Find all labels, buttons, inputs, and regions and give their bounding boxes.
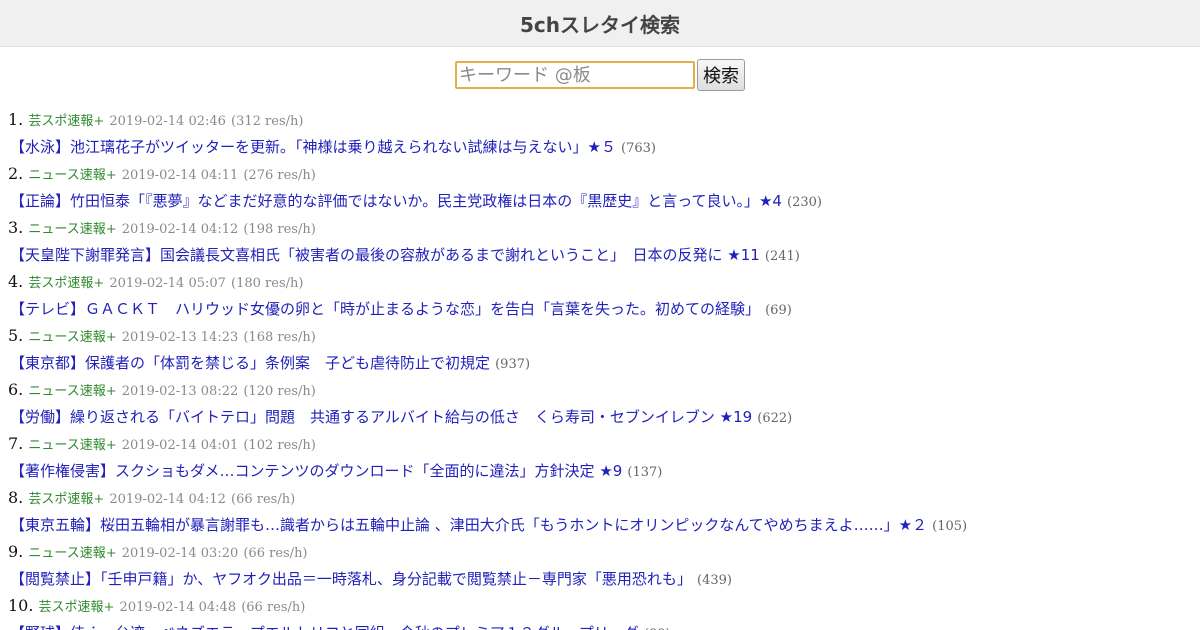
item-rank: 6. [8,380,24,399]
item-meta: 4. 芸スポ速報+ 2019-02-14 05:07 (180 res/h) [8,268,1200,295]
item-board: ニュース速報+ [28,330,117,345]
thread-title-link[interactable]: 【労働】繰り返される「バイトテロ」問題 共通するアルバイト給与の低さ くら寿司・… [10,408,752,426]
item-res-count: (69) [765,303,792,318]
item-title-row: 【労働】繰り返される「バイトテロ」問題 共通するアルバイト給与の低さ くら寿司・… [8,403,1200,430]
thread-title-link[interactable]: 【閲覧禁止】「壬申戸籍」か、ヤフオク出品＝一時落札、身分記載で閲覧禁止－専門家「… [10,570,692,588]
item-board: ニュース速報+ [28,384,117,399]
item-res-count: (937) [495,357,531,372]
item-rank: 9. [8,542,24,561]
list-item: 10. 芸スポ速報+ 2019-02-14 04:48 (66 res/h) 【野… [8,592,1200,630]
list-item: 2. ニュース速報+ 2019-02-14 04:11 (276 res/h) 【… [8,160,1200,214]
list-item: 5. ニュース速報+ 2019-02-13 14:23 (168 res/h) 【… [8,322,1200,376]
thread-title-link[interactable]: 【著作権侵害】スクショもダメ…コンテンツのダウンロード「全面的に違法」方針決定 … [10,462,622,480]
item-res-count: (105) [932,519,968,534]
thread-title-link[interactable]: 【東京都】保護者の「体罰を禁じる」条例案 子ども虐待防止で初規定 [10,354,490,372]
item-rank: 2. [8,164,24,183]
item-board: ニュース速報+ [28,438,117,453]
item-meta: 2. ニュース速報+ 2019-02-14 04:11 (276 res/h) [8,160,1200,187]
item-meta: 9. ニュース速報+ 2019-02-14 03:20 (66 res/h) [8,538,1200,565]
item-rate: (180 res/h) [231,276,304,291]
item-res-count: (137) [627,465,663,480]
item-title-row: 【天皇陛下謝罪発言】国会議長文喜相氏「被害者の最後の容赦があるまで謝れということ… [8,241,1200,268]
item-rank: 4. [8,272,24,291]
list-item: 7. ニュース速報+ 2019-02-14 04:01 (102 res/h) 【… [8,430,1200,484]
item-rate: (66 res/h) [241,600,306,615]
item-meta: 8. 芸スポ速報+ 2019-02-14 04:12 (66 res/h) [8,484,1200,511]
item-title-row: 【テレビ】ＧＡＣＫＴ ハリウッド女優の卵と「時が止まるような恋」を告白「言葉を失… [8,295,1200,322]
item-meta: 3. ニュース速報+ 2019-02-14 04:12 (198 res/h) [8,214,1200,241]
list-item: 9. ニュース速報+ 2019-02-14 03:20 (66 res/h) 【閲… [8,538,1200,592]
item-datetime: 2019-02-14 04:12 [121,222,239,237]
item-rank: 5. [8,326,24,345]
item-rate: (66 res/h) [243,546,308,561]
item-rank: 7. [8,434,24,453]
thread-title-link[interactable]: 【水泳】池江璃花子がツイッターを更新。「神様は乗り越えられない試練は与えない」★… [10,138,616,156]
thread-title-link[interactable]: 【東京五輪】桜田五輪相が暴言謝罪も…識者からは五輪中止論 、津田大介氏「もうホン… [10,516,927,534]
item-board: 芸スポ速報+ [28,492,105,507]
item-res-count: (230) [787,195,823,210]
item-datetime: 2019-02-14 05:07 [109,276,226,291]
item-board: 芸スポ速報+ [28,114,105,129]
search-button[interactable]: 検索 [697,59,745,91]
item-title-row: 【著作権侵害】スクショもダメ…コンテンツのダウンロード「全面的に違法」方針決定 … [8,457,1200,484]
item-datetime: 2019-02-14 04:48 [119,600,237,615]
item-title-row: 【正論】竹田恒泰「『悪夢』などまだ好意的な評価ではないか。民主党政権は日本の『黒… [8,187,1200,214]
thread-title-link[interactable]: 【野球】侍ｊ、台湾、ベネズエラ、プエルトリコと同組 今秋のプレミア１２グループリ… [10,624,639,630]
item-res-count: (622) [757,411,793,426]
page-header: 5chスレタイ検索 [0,0,1200,47]
item-datetime: 2019-02-14 04:12 [109,492,226,507]
list-item: 1. 芸スポ速報+ 2019-02-14 02:46 (312 res/h) 【水… [8,106,1200,160]
item-rate: (102 res/h) [243,438,316,453]
page-title: 5chスレタイ検索 [519,12,680,37]
item-res-count: (439) [697,573,732,588]
item-meta: 5. ニュース速報+ 2019-02-13 14:23 (168 res/h) [8,322,1200,349]
item-datetime: 2019-02-14 03:20 [121,546,239,561]
item-rank: 10. [8,596,34,615]
thread-title-link[interactable]: 【正論】竹田恒泰「『悪夢』などまだ好意的な評価ではないか。民主党政権は日本の『黒… [10,192,782,210]
list-item: 3. ニュース速報+ 2019-02-14 04:12 (198 res/h) 【… [8,214,1200,268]
item-rate: (168 res/h) [243,330,316,345]
item-board: 芸スポ速報+ [38,600,115,615]
item-rate: (66 res/h) [231,492,296,507]
list-item: 8. 芸スポ速報+ 2019-02-14 04:12 (66 res/h) 【東京… [8,484,1200,538]
item-datetime: 2019-02-14 04:01 [121,438,239,453]
list-item: 4. 芸スポ速報+ 2019-02-14 05:07 (180 res/h) 【テ… [8,268,1200,322]
item-title-row: 【水泳】池江璃花子がツイッターを更新。「神様は乗り越えられない試練は与えない」★… [8,133,1200,160]
item-rate: (312 res/h) [231,114,304,129]
search-form: 検索 [0,59,1200,91]
item-meta: 6. ニュース速報+ 2019-02-13 08:22 (120 res/h) [8,376,1200,403]
item-title-row: 【東京五輪】桜田五輪相が暴言謝罪も…識者からは五輪中止論 、津田大介氏「もうホン… [8,511,1200,538]
item-rank: 1. [8,110,24,129]
item-board: ニュース速報+ [28,222,117,237]
item-rank: 3. [8,218,24,237]
thread-title-link[interactable]: 【テレビ】ＧＡＣＫＴ ハリウッド女優の卵と「時が止まるような恋」を告白「言葉を失… [10,300,760,318]
item-datetime: 2019-02-13 08:22 [121,384,239,399]
thread-title-link[interactable]: 【天皇陛下謝罪発言】国会議長文喜相氏「被害者の最後の容赦があるまで謝れということ… [10,246,760,264]
item-board: ニュース速報+ [28,546,117,561]
item-res-count: (763) [621,141,657,156]
item-title-row: 【野球】侍ｊ、台湾、ベネズエラ、プエルトリコと同組 今秋のプレミア１２グループリ… [8,619,1200,630]
search-input[interactable] [455,61,695,89]
item-rank: 8. [8,488,24,507]
item-meta: 10. 芸スポ速報+ 2019-02-14 04:48 (66 res/h) [8,592,1200,619]
item-datetime: 2019-02-14 02:46 [109,114,226,129]
item-title-row: 【東京都】保護者の「体罰を禁じる」条例案 子ども虐待防止で初規定 (937) [8,349,1200,376]
item-datetime: 2019-02-13 14:23 [121,330,239,345]
list-item: 6. ニュース速報+ 2019-02-13 08:22 (120 res/h) 【… [8,376,1200,430]
item-board: ニュース速報+ [28,168,117,183]
item-datetime: 2019-02-14 04:11 [121,168,239,183]
results-list: 1. 芸スポ速報+ 2019-02-14 02:46 (312 res/h) 【水… [0,106,1200,630]
item-rate: (120 res/h) [243,384,316,399]
item-res-count: (241) [764,249,800,264]
item-meta: 1. 芸スポ速報+ 2019-02-14 02:46 (312 res/h) [8,106,1200,133]
item-title-row: 【閲覧禁止】「壬申戸籍」か、ヤフオク出品＝一時落札、身分記載で閲覧禁止－専門家「… [8,565,1200,592]
item-meta: 7. ニュース速報+ 2019-02-14 04:01 (102 res/h) [8,430,1200,457]
item-board: 芸スポ速報+ [28,276,105,291]
item-rate: (198 res/h) [243,222,316,237]
item-rate: (276 res/h) [243,168,316,183]
